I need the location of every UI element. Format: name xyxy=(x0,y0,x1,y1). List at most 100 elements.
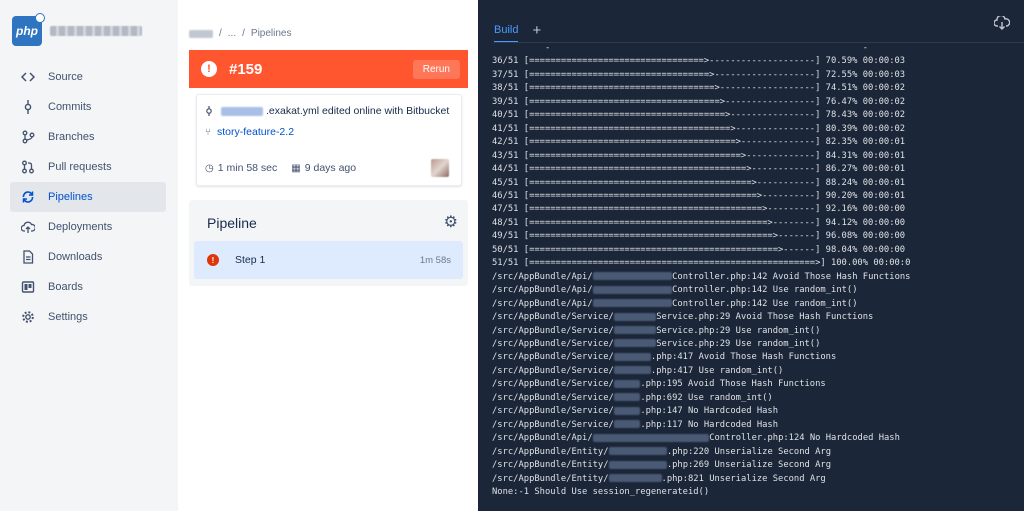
breadcrumb-ellipsis[interactable]: ... xyxy=(228,28,236,39)
result-line: /src/AppBundle/Entity/.php:821 Unseriali… xyxy=(492,473,826,484)
file-icon xyxy=(21,250,35,264)
sidebar-item-pull-requests[interactable]: Pull requests xyxy=(10,152,166,182)
add-tab-icon[interactable]: + xyxy=(532,22,541,39)
sidebar-item-settings[interactable]: Settings xyxy=(10,302,166,332)
repo-header[interactable]: php xyxy=(12,13,142,46)
sidebar-item-commits[interactable]: Commits xyxy=(10,92,166,122)
commit-message[interactable]: .exakat.yml edited online with Bitbucket xyxy=(266,105,449,117)
pipeline-steps-box: Pipeline ⚙ ! Step 1 1m 58s xyxy=(189,200,468,286)
progress-line: 51/51 [=================================… xyxy=(492,258,911,269)
result-line: /src/AppBundle/Api/Controller.php:124 No… xyxy=(492,433,900,444)
result-line: /src/AppBundle/Service/Service.php:29 Us… xyxy=(492,325,821,336)
avatar[interactable] xyxy=(431,159,449,177)
sidebar: php Source Commits Branches Pull requests Pi… xyxy=(0,0,178,511)
progress-line: 37/51 [=================================… xyxy=(492,69,906,80)
error-icon: ! xyxy=(207,254,219,266)
sidebar-item-label: Source xyxy=(48,71,83,83)
breadcrumb: / ... / Pipelines xyxy=(189,28,292,39)
sidebar-item-downloads[interactable]: Downloads xyxy=(10,242,166,272)
cloud-upload-icon xyxy=(21,220,35,234)
branch-icon xyxy=(21,130,35,144)
sidebar-nav: Source Commits Branches Pull requests Pipeli… xyxy=(10,62,166,332)
pipeline-number: #159 xyxy=(229,60,263,78)
commit-line: .exakat.yml edited online with Bitbucket xyxy=(205,105,449,117)
result-line: /src/AppBundle/Api/Controller.php:142 Av… xyxy=(492,271,911,282)
age: 9 days ago xyxy=(304,162,357,174)
sidebar-item-label: Boards xyxy=(48,281,83,293)
result-line: /src/AppBundle/Service/.php:692 Use rand… xyxy=(492,392,773,403)
progress-line: 49/51 [=================================… xyxy=(492,231,906,242)
progress-line: 44/51 [=================================… xyxy=(492,164,906,175)
gear-icon[interactable]: ⚙ xyxy=(444,212,458,232)
result-line: /src/AppBundle/Service/Service.php:29 Av… xyxy=(492,312,874,323)
commit-icon xyxy=(206,106,212,116)
breadcrumb-current[interactable]: Pipelines xyxy=(251,28,292,39)
pull-request-icon xyxy=(21,160,35,174)
sidebar-item-label: Deployments xyxy=(48,221,113,233)
progress-line: 38/51 [=================================… xyxy=(492,83,906,94)
tab-build[interactable]: Build xyxy=(494,24,519,43)
result-line: /src/AppBundle/Entity/.php:220 Unseriali… xyxy=(492,446,832,457)
board-icon xyxy=(21,280,35,294)
build-log-panel: Build + - - 36/51 [======================… xyxy=(478,0,1024,511)
calendar-icon: ▦ xyxy=(291,162,301,174)
branch-link[interactable]: story-feature-2.2 xyxy=(217,126,294,138)
sidebar-item-label: Commits xyxy=(48,101,92,113)
progress-line: 41/51 [=================================… xyxy=(492,123,906,134)
commit-hash-redacted[interactable] xyxy=(221,106,263,116)
error-icon: ! xyxy=(201,61,217,77)
result-line: /src/AppBundle/Entity/.php:269 Unseriali… xyxy=(492,460,832,471)
pipeline-title: Pipeline xyxy=(207,215,257,231)
pipelines-icon xyxy=(21,190,35,204)
sidebar-item-label: Branches xyxy=(48,131,95,143)
sidebar-item-branches[interactable]: Branches xyxy=(10,122,166,152)
build-log[interactable]: - - 36/51 [==============================… xyxy=(492,42,1024,504)
progress-line: 43/51 [=================================… xyxy=(492,150,906,161)
result-line: /src/AppBundle/Service/.php:417 Use rand… xyxy=(492,365,784,376)
progress-line: 36/51 [=================================… xyxy=(492,56,906,67)
clock-icon: ◷ xyxy=(205,162,214,174)
branch-line: ⑂ story-feature-2.2 xyxy=(205,126,294,138)
progress-line: 48/51 [=================================… xyxy=(492,217,906,228)
step-duration: 1m 58s xyxy=(419,254,451,266)
result-line: /src/AppBundle/Service/Service.php:29 Us… xyxy=(492,338,821,349)
repo-logo[interactable]: php xyxy=(12,13,45,46)
sidebar-item-source[interactable]: Source xyxy=(10,62,166,92)
result-line: /src/AppBundle/Api/Controller.php:142 Us… xyxy=(492,285,858,296)
repo-name-redacted[interactable] xyxy=(50,26,142,36)
sidebar-item-label: Settings xyxy=(48,311,88,323)
download-cloud-icon[interactable] xyxy=(993,14,1011,33)
log-line: - - xyxy=(492,43,869,53)
pipeline-status-banner: ! #159 Rerun xyxy=(189,50,468,88)
sidebar-item-pipelines[interactable]: Pipelines xyxy=(10,182,166,212)
result-line: None:-1 Should Use session_regenerateid(… xyxy=(492,486,710,497)
pipeline-panel: / ... / Pipelines ! #159 Rerun .exakat.y… xyxy=(178,0,478,511)
sidebar-item-deployments[interactable]: Deployments xyxy=(10,212,166,242)
progress-line: 42/51 [=================================… xyxy=(492,137,906,148)
progress-line: 39/51 [=================================… xyxy=(492,96,906,107)
result-line: /src/AppBundle/Service/.php:117 No Hardc… xyxy=(492,419,779,430)
progress-line: 45/51 [=================================… xyxy=(492,177,906,188)
sidebar-item-label: Downloads xyxy=(48,251,103,263)
breadcrumb-workspace-redacted[interactable] xyxy=(189,29,213,38)
gear-icon xyxy=(21,310,35,324)
duration: 1 min 58 sec xyxy=(217,162,278,174)
commit-icon xyxy=(21,100,35,114)
sidebar-item-label: Pull requests xyxy=(48,161,112,173)
commit-card: .exakat.yml edited online with Bitbucket… xyxy=(196,94,462,186)
sidebar-item-label: Pipelines xyxy=(48,191,93,203)
rerun-button[interactable]: Rerun xyxy=(412,60,460,79)
commit-meta: ◷ 1 min 58 sec ▦ 9 days ago xyxy=(205,162,356,174)
sidebar-item-boards[interactable]: Boards xyxy=(10,272,166,302)
log-tabs: Build + xyxy=(494,22,541,43)
code-icon xyxy=(21,70,35,84)
result-line: /src/AppBundle/Service/.php:147 No Hardc… xyxy=(492,406,779,417)
progress-line: 47/51 [=================================… xyxy=(492,204,906,215)
branch-icon: ⑂ xyxy=(205,126,211,138)
pipeline-step[interactable]: ! Step 1 1m 58s xyxy=(194,241,463,279)
result-line: /src/AppBundle/Service/.php:195 Avoid Th… xyxy=(492,379,826,390)
progress-line: 46/51 [=================================… xyxy=(492,190,906,201)
lock-icon xyxy=(35,13,45,23)
step-name: Step 1 xyxy=(235,254,266,266)
progress-line: 40/51 [=================================… xyxy=(492,110,906,121)
